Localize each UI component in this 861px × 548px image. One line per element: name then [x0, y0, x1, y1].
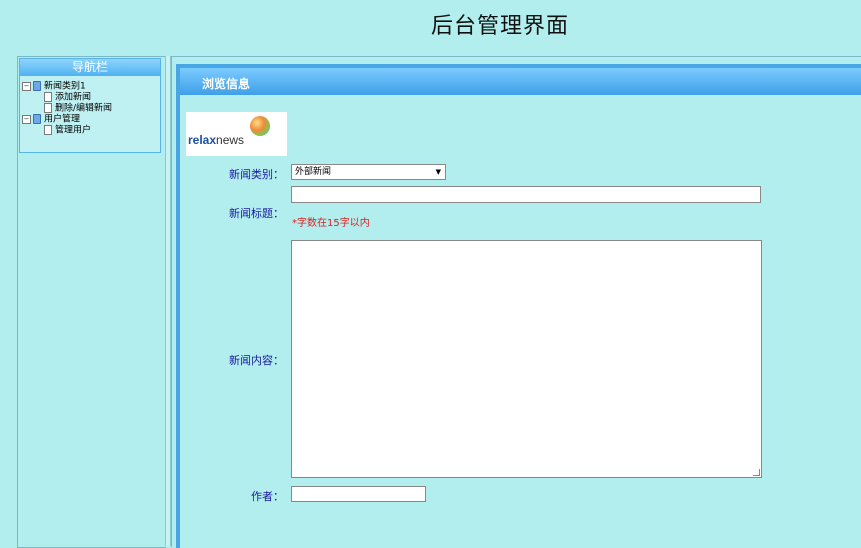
- document-icon: [44, 92, 52, 102]
- resize-grip-icon[interactable]: [753, 469, 760, 476]
- category-select[interactable]: 外部新闻 ▼: [291, 164, 446, 180]
- tree-item-news-category[interactable]: − 新闻类别1: [22, 81, 86, 92]
- content-label: 新闻内容：: [229, 354, 284, 367]
- folder-icon: [33, 81, 41, 91]
- tree-item-user-management[interactable]: − 用户管理: [22, 114, 80, 125]
- folder-icon: [33, 114, 41, 124]
- dropdown-arrow-icon: ▼: [435, 168, 441, 176]
- globe-icon: [250, 116, 270, 136]
- category-label: 新闻类别：: [229, 168, 284, 181]
- tree-item-label: 添加新闻: [55, 92, 92, 103]
- category-selected-value: 外部新闻: [295, 167, 332, 177]
- tree-item-label: 新闻类别1: [44, 81, 86, 92]
- author-input[interactable]: [291, 486, 426, 502]
- tree-item-add-news[interactable]: 添加新闻: [44, 92, 91, 103]
- title-hint: *字数在15字以内: [292, 218, 370, 229]
- tree-item-edit-news[interactable]: 删除/编辑新闻: [44, 103, 112, 114]
- title-input[interactable]: [291, 186, 761, 203]
- nav-header: 导航栏: [20, 59, 160, 76]
- relaxnews-logo: relaxnews: [186, 112, 287, 156]
- document-icon: [44, 103, 52, 113]
- collapse-icon[interactable]: −: [22, 81, 31, 91]
- tree-item-manage-users[interactable]: 管理用户: [44, 125, 91, 136]
- page-title: 后台管理界面: [430, 14, 569, 39]
- content-textarea[interactable]: [291, 240, 762, 478]
- tree-item-label: 管理用户: [55, 125, 92, 136]
- title-label: 新闻标题：: [229, 207, 284, 220]
- main-header: 浏览信息: [180, 68, 861, 95]
- main-header-title: 浏览信息: [202, 77, 251, 91]
- tree-item-label: 删除/编辑新闻: [55, 103, 113, 114]
- nav-panel: 导航栏 − 新闻类别1 添加新闻 删除/编辑新闻 − 用户管理 管理用户: [19, 58, 161, 153]
- collapse-icon[interactable]: −: [22, 114, 31, 124]
- logo-text: relaxnews: [188, 133, 245, 147]
- tree-item-label: 用户管理: [44, 114, 81, 125]
- author-label: 作者：: [251, 490, 284, 503]
- document-icon: [44, 125, 52, 135]
